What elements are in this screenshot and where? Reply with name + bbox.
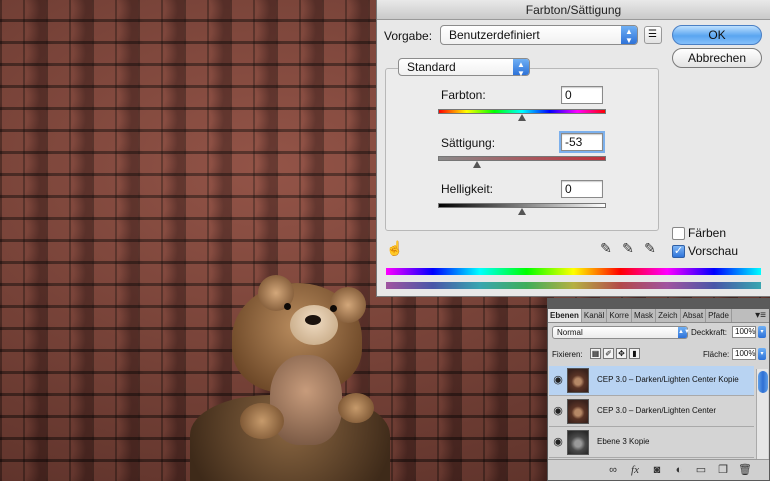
eyedropper-minus-icon[interactable]: ✎ [642, 240, 658, 256]
bear-eye-left [284, 303, 291, 310]
delete-layer-trash-icon[interactable]: 🗑 [738, 463, 752, 477]
layer-row[interactable]: ◉ CEP 3.0 – Darken/Lighten Center Kopie [549, 366, 754, 396]
child-face [270, 355, 342, 445]
bear-nose [305, 315, 321, 325]
layer-row[interactable]: ◉ CEP 3.0 – Darken/Lighten Center [549, 397, 754, 427]
tab-channels[interactable]: Kanäl [582, 309, 608, 322]
new-layer-icon[interactable]: ❐ [716, 463, 730, 477]
hue-input[interactable]: 0 [561, 86, 603, 104]
tab-masks[interactable]: Mask [632, 309, 657, 322]
layer-style-fx-icon[interactable]: fx [628, 463, 642, 477]
adjustment-layer-icon[interactable]: ◐ [672, 463, 686, 477]
fill-input[interactable]: 100% [732, 348, 756, 360]
output-color-bar [386, 282, 761, 289]
preset-value: Benutzerdefiniert [449, 28, 540, 42]
fill-label: Fläche: [703, 350, 730, 359]
lock-transparency-icon[interactable]: ▦ [590, 348, 601, 359]
scrollbar-thumb[interactable] [758, 371, 768, 393]
panel-menu-icon[interactable]: ▾≡ [752, 309, 769, 322]
colorize-checkbox[interactable] [672, 227, 685, 240]
lock-label: Fixieren: [552, 350, 583, 359]
cancel-button[interactable]: Abbrechen [672, 48, 762, 68]
blend-mode-dropdown[interactable]: Normal ▲▼ [552, 326, 690, 339]
hue-label: Farbton: [441, 88, 486, 102]
lock-all-icon[interactable]: ▮ [629, 348, 640, 359]
panel-tabs: Ebenen Kanäl Korre Mask Zeich Absat Pfad… [548, 309, 769, 323]
colorize-label: Färben [688, 226, 727, 240]
layer-name: CEP 3.0 – Darken/Lighten Center [597, 406, 717, 415]
layers-scrollbar[interactable] [756, 369, 768, 459]
saturation-slider-knob[interactable] [473, 161, 481, 168]
saturation-label: Sättigung: [441, 136, 496, 150]
input-color-bar [386, 268, 761, 275]
saturation-slider-track[interactable] [438, 156, 606, 161]
tab-paragraph[interactable]: Absat [681, 309, 707, 322]
opacity-stepper[interactable]: ▾ [758, 326, 766, 338]
layer-row[interactable]: ◉ Ebene 3 Kopie [549, 428, 754, 458]
tab-layers[interactable]: Ebenen [548, 309, 582, 322]
bear-paw-right [338, 393, 374, 423]
ok-button[interactable]: OK [672, 25, 762, 45]
target-adjust-hand-icon[interactable]: ☝ [386, 240, 403, 256]
tab-corrections[interactable]: Korre [607, 309, 632, 322]
new-group-folder-icon[interactable]: ▭ [694, 463, 708, 477]
dialog-title: Farbton/Sättigung [377, 0, 770, 20]
fill-stepper[interactable]: ▾ [758, 348, 766, 360]
eye-visibility-icon[interactable]: ◉ [551, 404, 565, 418]
layer-thumbnail [567, 399, 589, 424]
bear-eye-right [330, 305, 337, 312]
channel-dropdown[interactable]: Standard ▲ ▼ [398, 58, 530, 78]
lightness-label: Helligkeit: [441, 182, 494, 196]
eyedropper-icon[interactable]: ✎ [598, 240, 614, 256]
blend-mode-value: Normal [557, 328, 583, 337]
dropdown-arrows-icon: ▲▼ [678, 327, 690, 338]
tab-paths[interactable]: Pfade [706, 309, 732, 322]
link-layers-icon[interactable]: ∞ [606, 463, 620, 477]
bear-paw-left [240, 403, 284, 439]
opacity-input[interactable]: 100% [732, 326, 756, 338]
lightness-slider-knob[interactable] [518, 208, 526, 215]
list-menu-icon: ☰ [648, 29, 657, 40]
panel-header-bar [548, 299, 769, 309]
lock-position-move-icon[interactable]: ✥ [616, 348, 627, 359]
preview-label: Vorschau [688, 244, 739, 258]
layers-footer: ∞ fx ◙ ◐ ▭ ❐ 🗑 [548, 459, 769, 480]
dropdown-arrows-icon: ▲▼ [513, 59, 529, 78]
lightness-input[interactable]: 0 [561, 180, 603, 198]
tab-character[interactable]: Zeich [656, 309, 681, 322]
preview-checkbox[interactable]: ✓ [672, 245, 685, 258]
layers-panel: Ebenen Kanäl Korre Mask Zeich Absat Pfad… [547, 298, 770, 481]
layer-name: Ebene 3 Kopie [597, 437, 650, 446]
hue-slider-knob[interactable] [518, 114, 526, 121]
layer-thumbnail [567, 368, 589, 393]
eye-visibility-icon[interactable]: ◉ [551, 435, 565, 449]
add-mask-icon[interactable]: ◙ [650, 463, 664, 477]
eye-visibility-icon[interactable]: ◉ [551, 373, 565, 387]
lock-pixels-brush-icon[interactable]: ✐ [603, 348, 614, 359]
preset-label: Vorgabe: [384, 29, 433, 43]
dropdown-arrows-icon: ▲▼ [621, 26, 637, 45]
preset-options-button[interactable]: ☰ [644, 26, 662, 44]
layer-name: CEP 3.0 – Darken/Lighten Center Kopie [597, 375, 739, 384]
saturation-input[interactable]: -53 [559, 131, 605, 153]
opacity-label: Deckkraft: [691, 328, 728, 337]
channel-value: Standard [407, 60, 456, 74]
layer-thumbnail [567, 430, 589, 455]
eyedropper-plus-icon[interactable]: ✎ [620, 240, 636, 256]
preset-dropdown[interactable]: Benutzerdefiniert ▲ ▼ [440, 25, 638, 45]
child-in-bear-costume [170, 275, 410, 481]
